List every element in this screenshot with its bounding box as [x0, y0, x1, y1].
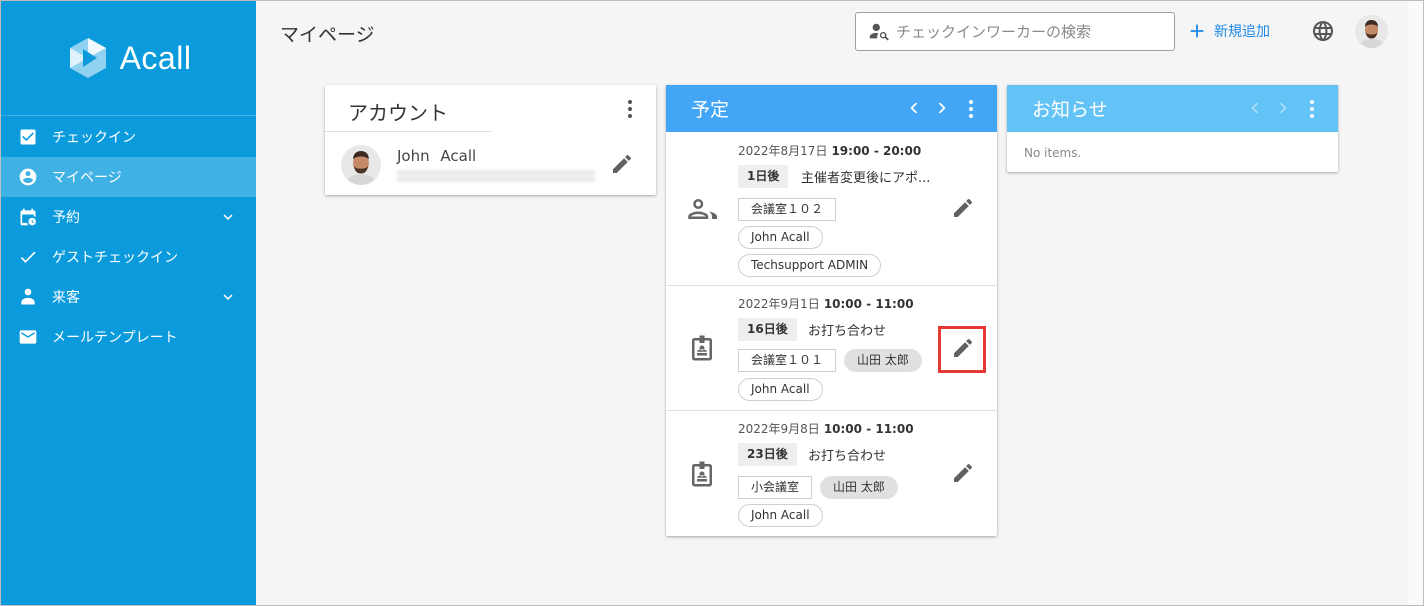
host-chip: 山田 太郎	[820, 476, 898, 499]
account-circle-icon	[18, 167, 38, 187]
attendee-chip: John Acall	[738, 378, 823, 401]
add-new-label: 新規追加	[1214, 24, 1270, 40]
more-vert-icon[interactable]	[620, 97, 640, 121]
badge-icon	[687, 459, 717, 489]
person-search-icon	[868, 21, 890, 43]
edit-account-button[interactable]	[610, 152, 634, 176]
edit-event-button[interactable]	[951, 196, 975, 220]
title-divider	[325, 131, 491, 132]
search-box[interactable]	[855, 12, 1175, 51]
days-until-badge: 23日後	[738, 443, 797, 466]
checkbox-icon	[18, 127, 38, 147]
event-datetime: 2022年9月1日 10:00 - 11:00	[738, 295, 914, 312]
sidebar-item-checkin[interactable]: チェックイン	[1, 117, 256, 157]
pencil-icon	[954, 463, 973, 482]
sidebar-item-visitor[interactable]: 来客	[1, 277, 256, 317]
brand-name: Acall	[119, 39, 192, 76]
pencil-icon	[613, 154, 632, 173]
next-arrow-icon[interactable]	[931, 97, 953, 119]
plus-icon	[1190, 24, 1204, 38]
sidebar-item-guest-checkin[interactable]: ゲストチェックイン	[1, 237, 256, 277]
page-title: マイページ	[280, 24, 375, 46]
avatar-image	[341, 145, 381, 185]
sidebar-item-label: メールテンプレート	[52, 330, 178, 346]
empty-message: No items.	[1024, 146, 1082, 160]
chevron-down-icon[interactable]	[219, 208, 237, 226]
acall-logo-icon	[69, 38, 106, 78]
mail-icon	[18, 327, 38, 347]
people-icon	[687, 194, 717, 224]
notice-card: お知らせ No items.	[1007, 85, 1338, 172]
account-email-redacted	[397, 170, 595, 182]
schedule-event[interactable]: 2022年9月8日 10:00 - 11:00 23日後 お打ち合わせ 小会議室 …	[666, 411, 997, 536]
prev-arrow-icon[interactable]	[903, 97, 925, 119]
search-input[interactable]	[896, 22, 1166, 41]
add-new-button[interactable]: 新規追加	[1186, 20, 1270, 42]
account-card-title: アカウント	[348, 101, 448, 125]
event-time: 10:00 - 11:00	[823, 422, 914, 436]
sidebar-item-label: マイページ	[52, 170, 122, 186]
room-chip: 会議室１０１	[738, 349, 837, 372]
sidebar-item-label: チェックイン	[52, 130, 136, 146]
globe-icon[interactable]	[1311, 19, 1335, 43]
schedule-card-title: 予定	[691, 99, 730, 121]
pencil-icon	[954, 198, 973, 217]
scrollbar-track[interactable]	[1406, 1, 1423, 605]
check-icon	[18, 247, 38, 267]
sidebar: Acall チェックイン マイページ 予約 ゲストチェックイン 来客 メールテン…	[1, 1, 256, 605]
event-title: お打ち合わせ	[808, 324, 887, 339]
highlight-box	[938, 326, 986, 373]
account-avatar	[341, 145, 381, 185]
sidebar-nav: チェックイン マイページ 予約 ゲストチェックイン 来客 メールテンプレート	[1, 116, 256, 357]
schedule-card: 予定 2022年8月17日 19:00 - 20:00 1日後 主催者変更後にアポ…	[666, 85, 997, 536]
sidebar-item-label: 予約	[52, 210, 80, 226]
days-until-badge: 16日後	[738, 318, 797, 341]
account-name: John Acall	[397, 147, 477, 165]
attendee-chip: Techsupport ADMIN	[738, 254, 882, 277]
sidebar-item-mail-template[interactable]: メールテンプレート	[1, 317, 256, 357]
host-chip: 山田 太郎	[844, 349, 922, 372]
event-datetime: 2022年8月17日 19:00 - 20:00	[738, 142, 921, 159]
sidebar-item-label: ゲストチェックイン	[52, 250, 178, 266]
attendee-chip: John Acall	[738, 226, 823, 249]
notice-card-title: お知らせ	[1032, 99, 1108, 121]
event-time: 10:00 - 11:00	[823, 297, 914, 311]
calendar-icon	[18, 207, 38, 227]
visitor-icon	[18, 287, 38, 307]
sidebar-item-mypage[interactable]: マイページ	[1, 157, 256, 197]
badge-icon	[687, 333, 717, 363]
event-datetime: 2022年9月8日 10:00 - 11:00	[738, 420, 914, 437]
more-vert-icon[interactable]	[961, 97, 981, 121]
sidebar-item-reservation[interactable]: 予約	[1, 197, 256, 237]
account-card: アカウント John Acall	[325, 85, 656, 195]
notice-card-header: お知らせ	[1007, 85, 1338, 132]
schedule-event[interactable]: 2022年8月17日 19:00 - 20:00 1日後 主催者変更後にアポ...…	[666, 132, 997, 286]
schedule-card-header: 予定	[666, 85, 997, 132]
avatar-image	[1355, 15, 1388, 48]
room-chip: 小会議室	[738, 476, 813, 499]
more-vert-icon[interactable]	[1302, 97, 1322, 121]
days-until-badge: 1日後	[738, 165, 789, 188]
chevron-down-icon[interactable]	[219, 288, 237, 306]
schedule-event[interactable]: 2022年9月1日 10:00 - 11:00 16日後 お打ち合わせ 会議室１０…	[666, 286, 997, 411]
next-arrow-icon[interactable]	[1272, 97, 1294, 119]
user-avatar[interactable]	[1355, 15, 1388, 48]
event-date: 2022年8月17日	[738, 144, 828, 158]
event-time: 19:00 - 20:00	[831, 144, 922, 158]
attendee-chip: John Acall	[738, 504, 823, 527]
prev-arrow-icon[interactable]	[1244, 97, 1266, 119]
brand-logo[interactable]: Acall	[1, 1, 256, 116]
room-chip: 会議室１０２	[738, 198, 837, 221]
event-title: 主催者変更後にアポ...	[801, 171, 931, 186]
edit-event-button[interactable]	[951, 461, 975, 485]
sidebar-item-label: 来客	[52, 290, 80, 306]
event-title: お打ち合わせ	[808, 449, 887, 464]
event-date: 2022年9月1日	[738, 297, 820, 311]
event-date: 2022年9月8日	[738, 422, 820, 436]
